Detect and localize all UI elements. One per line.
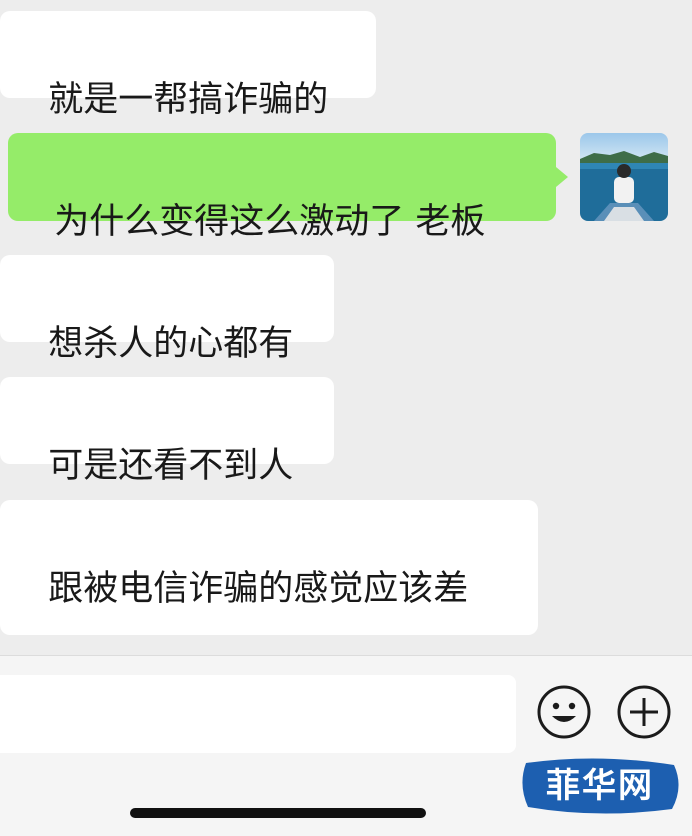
message-text: 想杀人的心都有 (48, 324, 294, 364)
message-bubble-outgoing[interactable]: 为什么变得这么激动了 老板 (8, 133, 556, 242)
avatar[interactable] (580, 133, 668, 221)
watermark-logo: 菲华网 (518, 757, 682, 815)
watermark-text: 菲华网 (546, 766, 654, 806)
message-bubble-incoming[interactable]: 就是一帮搞诈骗的 (0, 11, 376, 120)
emoji-button[interactable] (536, 684, 592, 740)
home-indicator[interactable] (130, 808, 426, 818)
plus-icon (617, 685, 671, 739)
message-bubble-incoming[interactable]: 跟被电信诈骗的感觉应该差 不多 (0, 500, 538, 749)
message-text: 可是还看不到人 (48, 446, 294, 486)
message-bubble-incoming[interactable]: 可是还看不到人 (0, 377, 334, 486)
message-text: 为什么变得这么激动了 老板 (54, 202, 486, 242)
avatar-image (580, 133, 668, 221)
message-input[interactable] (0, 675, 516, 753)
smile-icon (537, 685, 591, 739)
message-text: 就是一帮搞诈骗的 (48, 80, 329, 120)
bubble-tail (556, 167, 568, 187)
message-bubble-incoming[interactable]: 想杀人的心都有 (0, 255, 334, 364)
add-button[interactable] (616, 684, 672, 740)
